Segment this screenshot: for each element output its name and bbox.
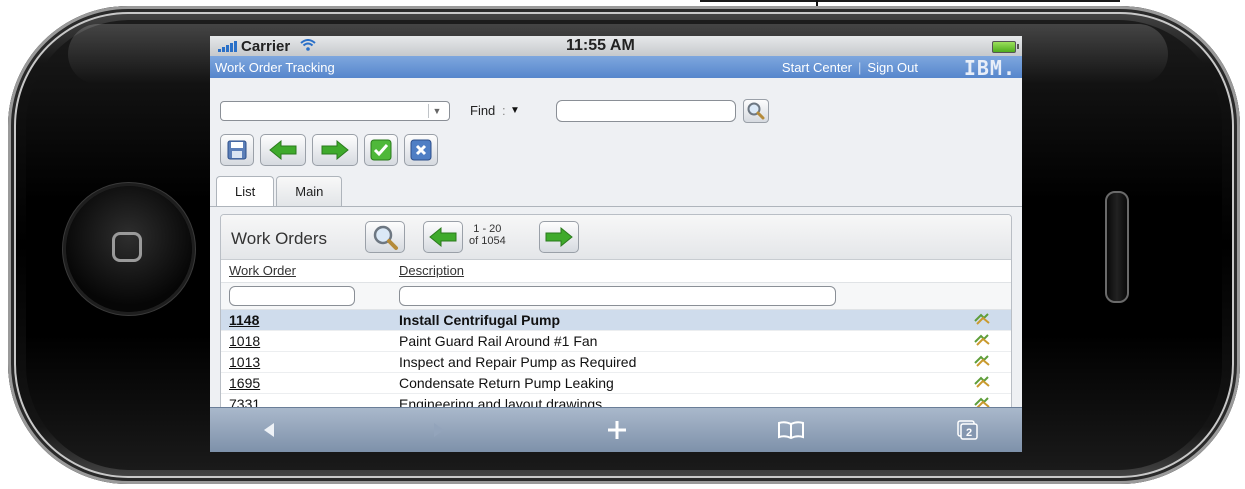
header-links: Start Center | Sign Out	[782, 60, 918, 75]
start-center-link[interactable]: Start Center	[782, 60, 852, 75]
toolbar	[220, 134, 438, 168]
find-menu-arrow-icon[interactable]: ▼	[510, 105, 520, 116]
tab-list[interactable]: List	[216, 176, 275, 206]
previous-page-button[interactable]	[423, 221, 463, 253]
work-order-link[interactable]: 1013	[229, 354, 260, 370]
tab-divider	[210, 206, 1022, 207]
link-separator: |	[858, 60, 862, 75]
description-filter-input[interactable]	[399, 286, 836, 306]
work-order-description: Paint Guard Rail Around #1 Fan	[399, 333, 598, 349]
page-range: 1 - 20 of 1054	[469, 223, 506, 247]
status-bar: Carrier 11:55 AM	[210, 36, 1022, 56]
filter-row	[221, 283, 1011, 310]
route-icon[interactable]	[973, 375, 991, 389]
back-icon[interactable]	[254, 416, 284, 444]
page-range-line2: of 1054	[469, 235, 506, 247]
column-header-description[interactable]: Description	[399, 263, 464, 278]
panel-title: Work Orders	[231, 229, 328, 248]
table-row[interactable]: 1018 Paint Guard Rail Around #1 Fan	[221, 331, 1011, 352]
work-order-description: Inspect and Repair Pump as Required	[399, 354, 637, 370]
ibm-logo: IBM.	[963, 56, 1016, 80]
clock-time: 11:55 AM	[566, 37, 635, 54]
arrow-right-icon	[545, 226, 573, 248]
work-order-description: Install Centrifugal Pump	[399, 312, 561, 328]
panel-header: Work Orders 1 - 20 of 1054	[221, 215, 1011, 260]
find-input[interactable]	[556, 100, 736, 122]
app-titlebar: Work Order Tracking Start Center | Sign Ou…	[210, 56, 1022, 80]
carrier-label: Carrier	[241, 37, 291, 55]
search-icon	[373, 225, 398, 250]
background-line	[700, 0, 1120, 2]
home-button[interactable]	[66, 186, 192, 312]
save-icon	[227, 140, 247, 160]
wifi-icon	[300, 38, 316, 55]
route-icon[interactable]	[973, 354, 991, 368]
bookmarks-icon[interactable]	[776, 416, 806, 444]
table-row[interactable]: 1013 Inspect and Repair Pump as Required	[221, 352, 1011, 373]
signal-strength-icon	[218, 40, 237, 52]
save-button[interactable]	[220, 134, 254, 166]
chevron-down-icon: ▼	[428, 104, 445, 118]
work-order-filter-input[interactable]	[229, 286, 355, 306]
previous-record-button[interactable]	[260, 134, 306, 166]
work-order-description: Condensate Return Pump Leaking	[399, 375, 614, 391]
cancel-button[interactable]	[404, 134, 438, 166]
column-header-work-order[interactable]: Work Order	[229, 263, 296, 278]
pages-count: 2	[966, 427, 972, 439]
find-row: ▼ Find : ▼	[220, 99, 1000, 123]
tab-main[interactable]: Main	[276, 176, 343, 206]
route-icon[interactable]	[973, 312, 991, 326]
work-order-link[interactable]: 1018	[229, 333, 260, 349]
search-icon	[747, 102, 765, 120]
query-select[interactable]: ▼	[220, 101, 450, 121]
pages-icon[interactable]: 2	[952, 416, 982, 444]
forward-icon[interactable]	[424, 416, 454, 444]
browser-toolbar: 2	[210, 407, 1022, 452]
arrow-left-icon	[269, 139, 297, 161]
find-search-button[interactable]	[743, 99, 769, 123]
battery-icon	[992, 41, 1019, 53]
next-record-button[interactable]	[312, 134, 358, 166]
next-page-button[interactable]	[539, 221, 579, 253]
table-row[interactable]: 1695 Condensate Return Pump Leaking	[221, 373, 1011, 394]
route-workflow-button[interactable]	[364, 134, 398, 166]
sign-out-link[interactable]: Sign Out	[867, 60, 918, 75]
filter-search-button[interactable]	[365, 221, 405, 253]
speaker-grille	[1105, 191, 1129, 303]
find-colon: :	[502, 103, 506, 118]
phone-screen: Carrier 11:55 AM Work Order Tracking Sta…	[210, 36, 1022, 452]
home-square-icon	[112, 232, 142, 262]
app-title: Work Order Tracking	[215, 59, 335, 75]
page-range-line1: 1 - 20	[473, 223, 502, 235]
close-icon	[410, 139, 432, 161]
work-order-link[interactable]: 1695	[229, 375, 260, 391]
tab-bar: List Main	[216, 176, 343, 206]
arrow-left-icon	[429, 226, 457, 248]
add-bookmark-icon[interactable]	[602, 416, 632, 444]
arrow-right-icon	[321, 139, 349, 161]
table-row[interactable]: 1148 Install Centrifugal Pump	[221, 310, 1011, 331]
column-headers: Work Order Description	[221, 260, 1011, 283]
route-icon[interactable]	[973, 333, 991, 347]
find-label: Find	[470, 103, 496, 118]
table-body: 1148 Install Centrifugal Pump 1018 Paint Gu…	[221, 310, 1011, 415]
checkmark-icon	[370, 139, 392, 161]
work-order-link[interactable]: 1148	[229, 312, 259, 328]
